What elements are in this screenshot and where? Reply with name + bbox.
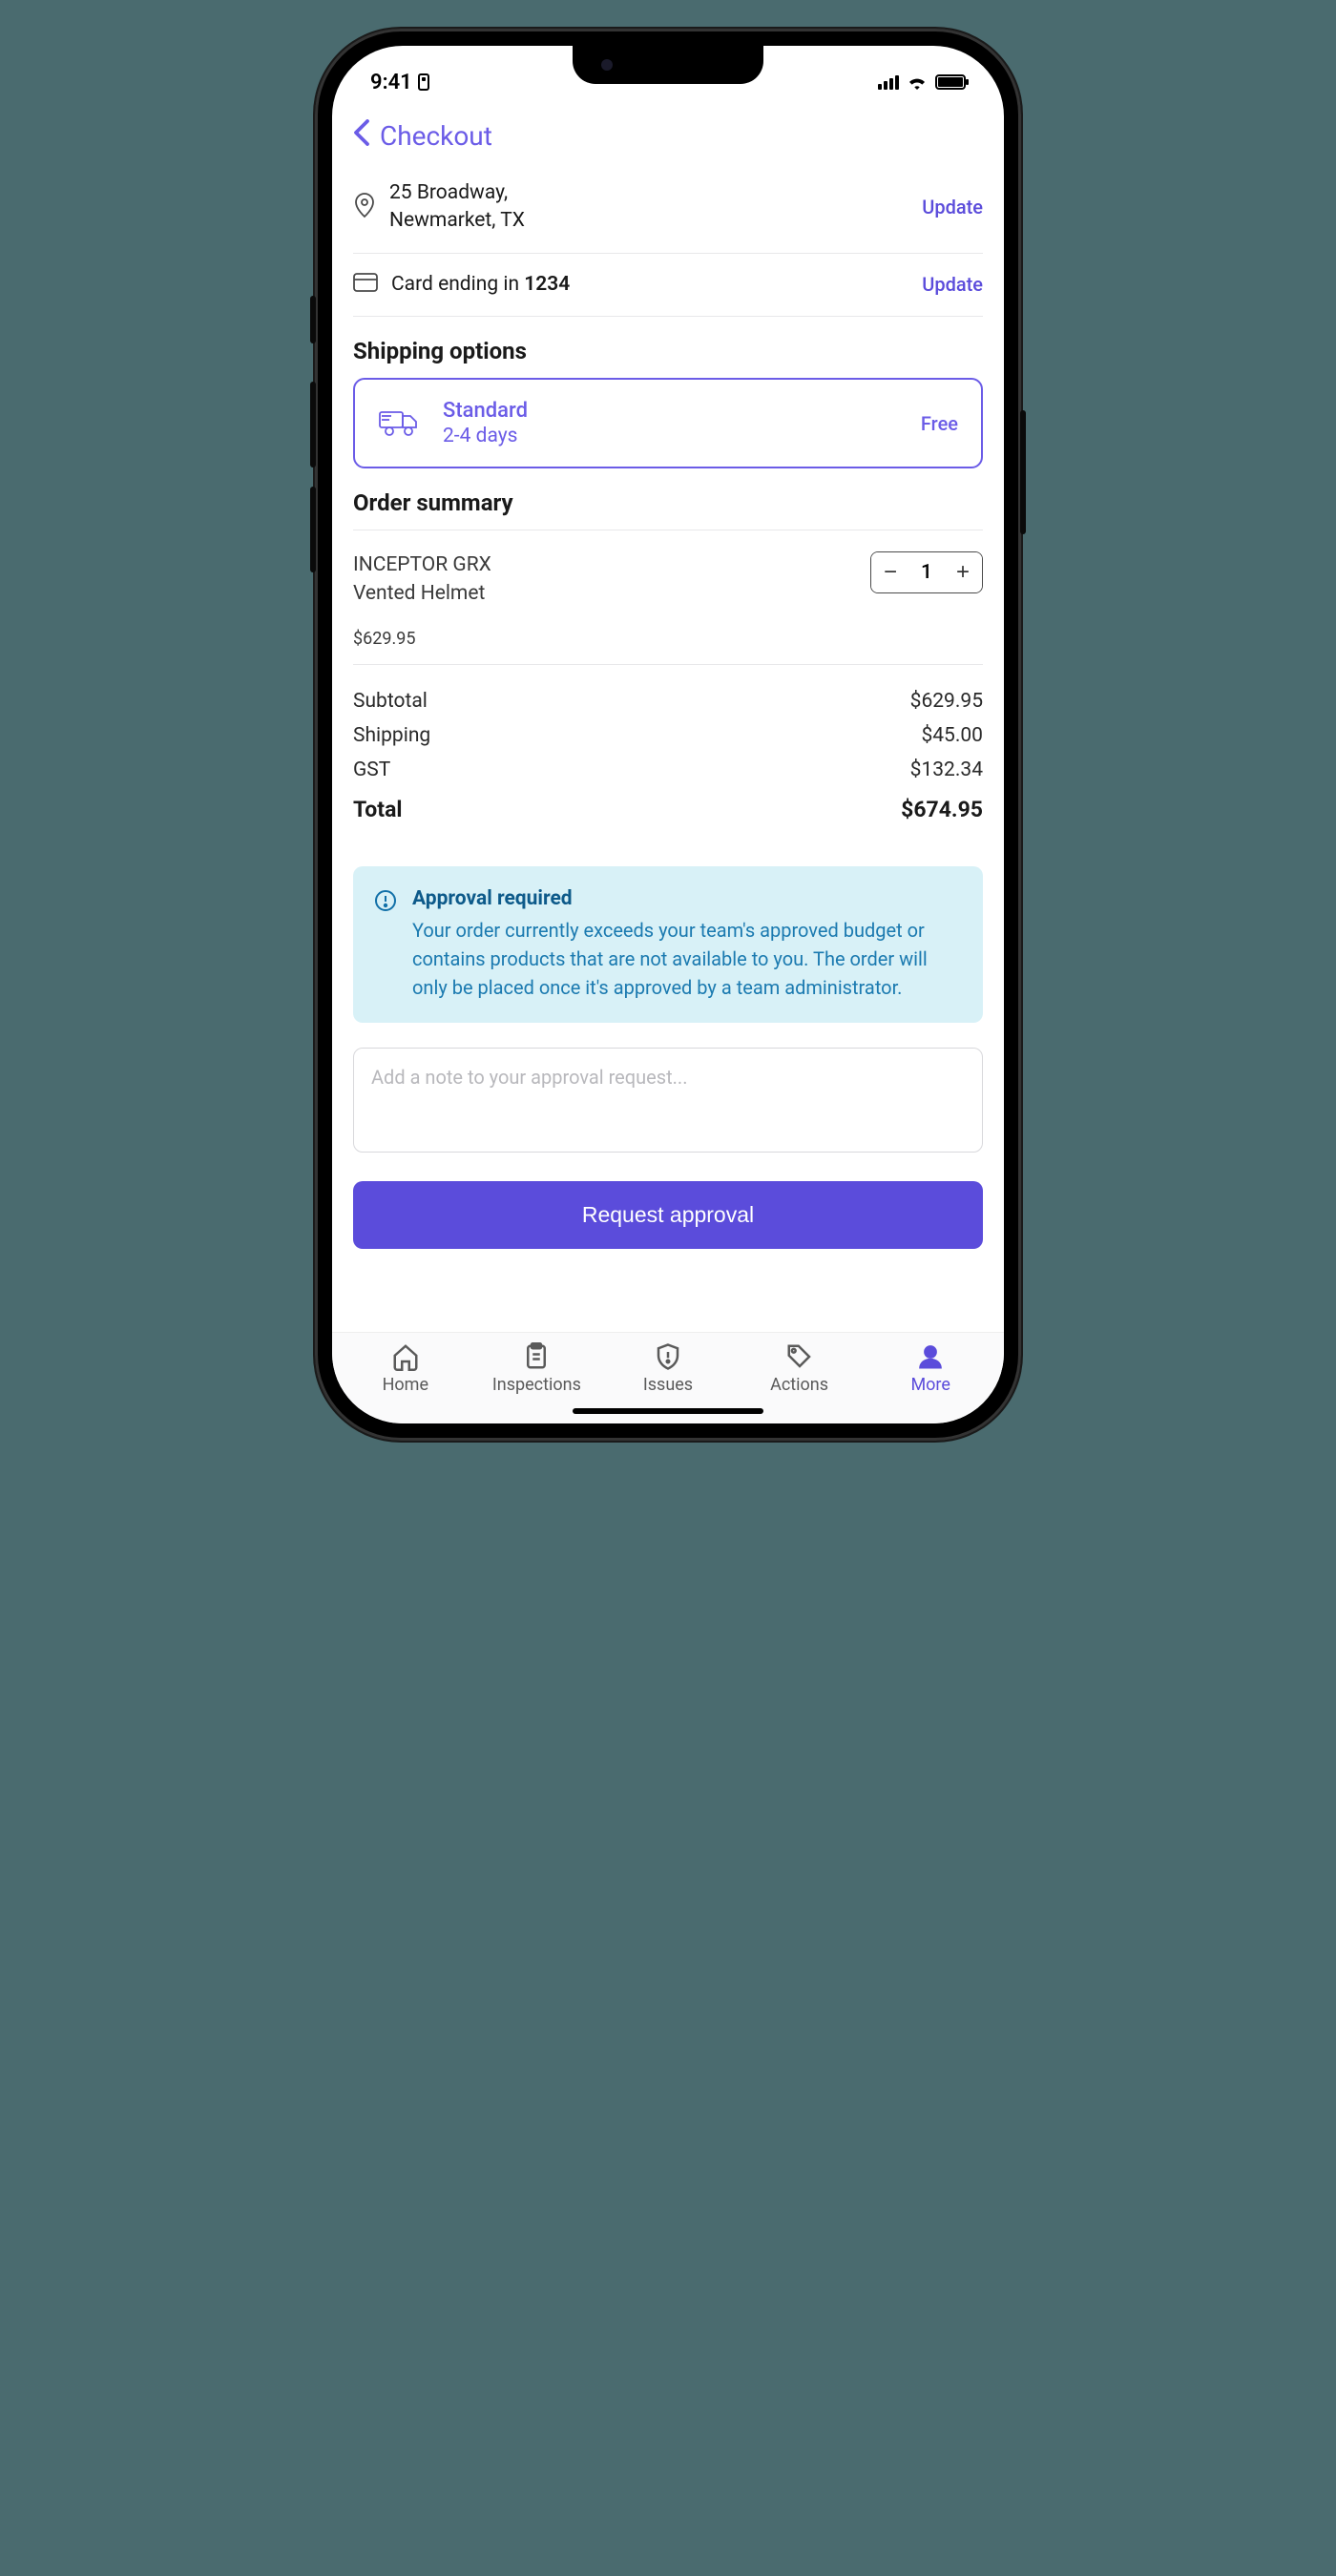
face-id-icon <box>418 73 429 91</box>
card-icon <box>353 273 378 296</box>
shipping-eta: 2-4 days <box>443 425 898 447</box>
tab-inspections[interactable]: Inspections <box>471 1342 603 1395</box>
item-name-line1: INCEPTOR GRX <box>353 551 491 579</box>
tab-issues-label: Issues <box>643 1375 693 1395</box>
update-payment-link[interactable]: Update <box>922 273 983 296</box>
address-line1: 25 Broadway, <box>389 179 908 207</box>
volume-down-button <box>310 487 316 572</box>
tab-home[interactable]: Home <box>340 1342 471 1395</box>
back-button[interactable] <box>353 118 370 153</box>
power-button <box>1020 410 1026 534</box>
tab-more[interactable]: More <box>865 1342 996 1395</box>
alert-shield-icon <box>654 1342 682 1371</box>
quantity-stepper: − 1 + <box>870 551 983 593</box>
shipping-price: Free <box>921 412 958 435</box>
payment-prefix: Card ending in <box>391 273 524 296</box>
shipping-option-standard[interactable]: Standard 2-4 days Free <box>353 378 983 468</box>
tab-issues[interactable]: Issues <box>602 1342 734 1395</box>
tab-home-label: Home <box>383 1375 428 1395</box>
approval-note-input[interactable] <box>353 1048 983 1153</box>
location-icon <box>353 192 376 222</box>
phone-frame: 9:41 Checkout 25 Broadwa <box>315 29 1021 1441</box>
item-price: $629.95 <box>353 629 983 649</box>
shipping-label: Shipping <box>353 724 430 747</box>
notch <box>573 46 763 84</box>
subtotal-value: $629.95 <box>910 690 983 713</box>
tab-actions[interactable]: Actions <box>734 1342 866 1395</box>
cellular-icon <box>878 74 899 90</box>
battery-icon <box>935 74 966 90</box>
nav-header: Checkout <box>332 103 1004 162</box>
summary-heading: Order summary <box>353 468 983 530</box>
shipping-value: $45.00 <box>921 724 983 747</box>
content-scroll[interactable]: 25 Broadway, Newmarket, TX Update Card e… <box>332 162 1004 1332</box>
item-name-line2: Vented Helmet <box>353 580 491 608</box>
person-icon <box>916 1342 945 1371</box>
total-label: Total <box>353 797 402 822</box>
payment-text: Card ending in 1234 <box>391 271 908 299</box>
shipping-name: Standard <box>443 399 898 423</box>
gst-label: GST <box>353 758 390 781</box>
qty-increase-button[interactable]: + <box>944 552 982 592</box>
alert-title: Approval required <box>412 887 962 910</box>
tag-icon <box>785 1342 814 1371</box>
order-item: INCEPTOR GRX Vented Helmet − 1 + $629.95 <box>353 530 983 664</box>
approval-alert: Approval required Your order currently e… <box>353 866 983 1023</box>
tab-inspections-label: Inspections <box>492 1375 581 1395</box>
totals-block: Subtotal $629.95 Shipping $45.00 GST $13… <box>353 664 983 828</box>
alert-body: Your order currently exceeds your team's… <box>412 916 962 1002</box>
screen: 9:41 Checkout 25 Broadwa <box>332 46 1004 1423</box>
status-time: 9:41 <box>370 71 412 94</box>
subtotal-label: Subtotal <box>353 690 428 713</box>
volume-up-button <box>310 382 316 467</box>
request-approval-button[interactable]: Request approval <box>353 1181 983 1249</box>
address-row: 25 Broadway, Newmarket, TX Update <box>353 162 983 254</box>
tab-bar: Home Inspections Issues Actions More <box>332 1332 1004 1423</box>
home-icon <box>391 1342 420 1371</box>
clipboard-icon <box>522 1342 551 1371</box>
qty-decrease-button[interactable]: − <box>871 552 909 592</box>
payment-row: Card ending in 1234 Update <box>353 254 983 317</box>
shipping-heading: Shipping options <box>353 317 983 378</box>
page-title: Checkout <box>380 120 492 152</box>
gst-value: $132.34 <box>910 758 983 781</box>
qty-value: 1 <box>909 561 944 584</box>
payment-last4: 1234 <box>524 273 570 296</box>
tab-more-label: More <box>910 1375 950 1395</box>
wifi-icon <box>907 74 928 90</box>
home-indicator[interactable] <box>573 1408 763 1414</box>
volume-switch <box>310 296 316 343</box>
truck-icon <box>378 406 420 441</box>
info-icon <box>374 889 397 1002</box>
tab-actions-label: Actions <box>770 1375 828 1395</box>
address-line2: Newmarket, TX <box>389 207 908 235</box>
update-address-link[interactable]: Update <box>922 196 983 218</box>
address-text: 25 Broadway, Newmarket, TX <box>389 179 908 236</box>
total-value: $674.95 <box>901 797 983 822</box>
